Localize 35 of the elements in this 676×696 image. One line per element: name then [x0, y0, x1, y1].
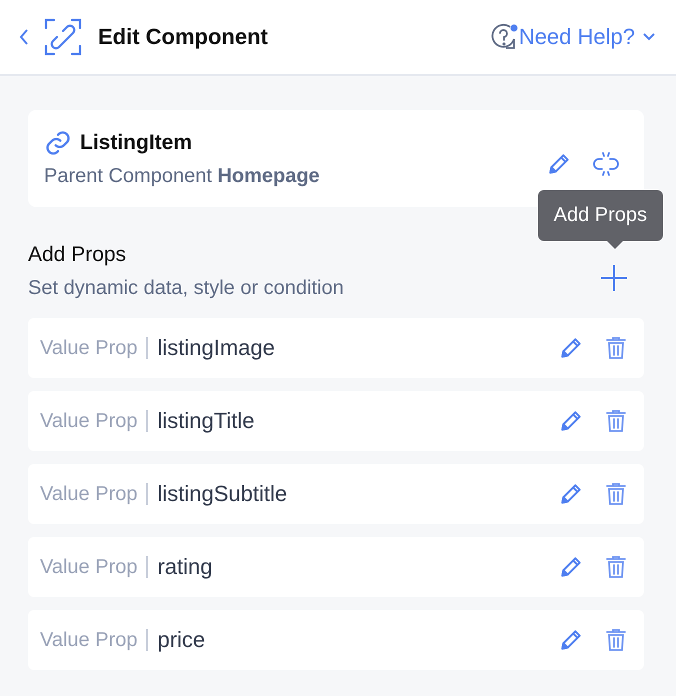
- prop-row[interactable]: Value Prop price: [28, 610, 644, 670]
- trash-icon[interactable]: [604, 481, 628, 507]
- panel-title: Edit Component: [98, 24, 268, 50]
- trash-icon[interactable]: [604, 554, 628, 580]
- tooltip: Add Props: [538, 190, 663, 249]
- prop-row[interactable]: Value Prop rating: [28, 537, 644, 597]
- prop-type: Value Prop: [40, 483, 148, 505]
- prop-name: listingImage: [157, 335, 276, 361]
- prop-name: price: [157, 627, 206, 653]
- prop-type: Value Prop: [40, 629, 148, 651]
- caret-icon: [642, 32, 656, 42]
- prop-row[interactable]: Value Prop listingTitle: [28, 391, 644, 451]
- add-button[interactable]: [600, 264, 628, 292]
- need-help-button[interactable]: Need Help?: [518, 24, 656, 50]
- section-subtitle: Set dynamic data, style or condition: [28, 277, 344, 300]
- link-icon: [44, 129, 72, 157]
- prop-name: rating: [157, 554, 214, 580]
- prop-row[interactable]: Value Prop listingImage: [28, 318, 644, 378]
- prop-type: Value Prop: [40, 556, 148, 578]
- section-title: Add Props: [28, 243, 128, 267]
- tooltip-arrow: [607, 241, 623, 249]
- prop-name: listingTitle: [157, 408, 256, 434]
- unlink-icon[interactable]: [592, 150, 620, 176]
- help-icon[interactable]: [488, 22, 519, 52]
- trash-icon[interactable]: [604, 335, 628, 361]
- trash-icon[interactable]: [604, 627, 628, 653]
- prop-type: Value Prop: [40, 337, 148, 359]
- trash-icon[interactable]: [604, 408, 628, 434]
- prop-name: listingSubtitle: [157, 481, 288, 507]
- parent-component-text: Parent Component Homepage: [44, 165, 321, 188]
- component-name: ListingItem: [80, 131, 192, 155]
- component-link-icon: [44, 18, 82, 56]
- prop-type: Value Prop: [40, 410, 148, 432]
- prop-row[interactable]: Value Prop listingSubtitle: [28, 464, 644, 524]
- chevron-left-icon: [18, 28, 30, 46]
